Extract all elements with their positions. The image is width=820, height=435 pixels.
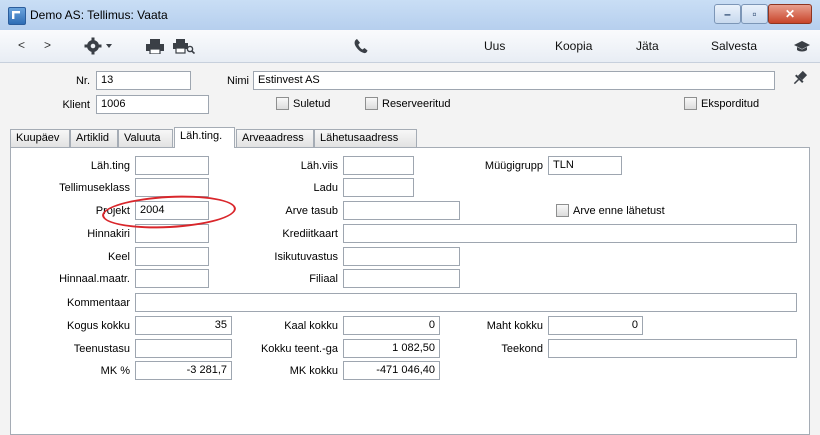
title-bar: Demo AS: Tellimus: Vaata – ▫ ✕ (0, 0, 820, 31)
back-arrow-icon[interactable]: < (18, 38, 25, 52)
weight-total-field[interactable]: 0 (343, 316, 440, 335)
graduation-cap-icon[interactable] (794, 41, 810, 53)
minimize-button[interactable]: – (714, 4, 741, 24)
invoice-before-delivery-checkbox[interactable] (556, 204, 569, 217)
exported-checkbox[interactable] (684, 97, 697, 110)
toolbar: < > Uus Koopia Jäta Salvesta (0, 30, 820, 63)
volume-total-field[interactable]: 0 (548, 316, 643, 335)
nr-label: Nr. (75, 75, 90, 87)
margin-total-label: MK kokku (289, 365, 338, 377)
window-title: Demo AS: Tellimus: Vaata (30, 8, 168, 22)
maximize-button[interactable]: ▫ (741, 4, 768, 24)
margin-total-field[interactable]: -471 046,40 (343, 361, 440, 380)
phone-icon[interactable] (354, 38, 368, 54)
margin-percent-field[interactable]: -3 281,7 (135, 361, 232, 380)
quantity-total-field[interactable]: 35 (135, 316, 232, 335)
order-window: Demo AS: Tellimus: Vaata – ▫ ✕ < > Uus K… (0, 0, 820, 435)
tab-currency[interactable]: Valuuta (118, 129, 173, 147)
client-label: Klient (62, 99, 90, 111)
closed-label: Suletud (293, 98, 331, 110)
tab-invoice-address[interactable]: Arveaadress (236, 129, 314, 147)
tab-delivery-address[interactable]: Lähetusaadress (314, 129, 417, 147)
warehouse-field[interactable] (343, 178, 414, 197)
gear-icon[interactable] (84, 37, 114, 55)
margin-percent-label: MK % (100, 365, 130, 377)
quantity-total-label: Kogus kokku (67, 320, 130, 332)
exported-label: Eksporditud (701, 98, 760, 110)
price-formula-label: Hinnaal.maatr. (59, 273, 130, 285)
sales-group-field[interactable]: TLN (548, 156, 622, 175)
weight-total-label: Kaal kokku (284, 320, 338, 332)
tab-date[interactable]: Kuupäev (10, 129, 70, 147)
comment-field[interactable] (135, 293, 797, 312)
route-field[interactable] (548, 339, 797, 358)
responsibility-label: Isikutuvastus (274, 251, 338, 263)
total-with-service-field[interactable]: 1 082,50 (343, 339, 440, 358)
language-label: Keel (107, 251, 130, 263)
invoice-before-delivery-label: Arve enne lähetust (573, 205, 665, 217)
total-with-service-label: Kokku teent.-ga (260, 343, 338, 355)
order-class-field[interactable] (135, 178, 209, 197)
delivery-mode-label: Läh.viis (300, 160, 338, 172)
new-button[interactable]: Uus (484, 39, 505, 53)
warehouse-label: Ladu (313, 182, 338, 194)
pin-icon[interactable] (792, 70, 808, 86)
responsibility-field[interactable] (343, 247, 460, 266)
delivery-terms-field[interactable] (135, 156, 209, 175)
route-label: Teekond (501, 343, 543, 355)
skip-button[interactable]: Jäta (636, 39, 659, 53)
service-fee-field[interactable] (135, 339, 232, 358)
branch-field[interactable] (343, 269, 460, 288)
credit-card-field[interactable] (343, 224, 797, 243)
invoice-pays-label: Arve tasub (285, 205, 338, 217)
price-formula-field[interactable] (135, 269, 209, 288)
print-preview-icon[interactable] (173, 39, 195, 54)
forward-arrow-icon[interactable]: > (44, 38, 51, 52)
close-icon: ✕ (784, 7, 796, 21)
delivery-terms-label: Läh.ting (90, 160, 130, 172)
name-label: Nimi (227, 75, 249, 87)
order-class-label: Tellimuseklass (59, 182, 130, 194)
comment-label: Kommentaar (67, 297, 130, 309)
invoice-pays-field[interactable] (343, 201, 460, 220)
print-icon[interactable] (146, 39, 164, 54)
sales-group-label: Müügigrupp (484, 160, 543, 172)
client-field[interactable]: 1006 (96, 95, 209, 114)
language-field[interactable] (135, 247, 209, 266)
closed-checkbox[interactable] (276, 97, 289, 110)
name-field[interactable]: Estinvest AS (253, 71, 775, 90)
reserved-label: Reserveeritud (382, 98, 451, 110)
copy-button[interactable]: Koopia (555, 39, 592, 53)
delivery-mode-field[interactable] (343, 156, 414, 175)
tab-delivery-terms[interactable]: Läh.ting. (174, 127, 235, 148)
price-list-label: Hinnakiri (87, 228, 130, 240)
nr-field[interactable]: 13 (96, 71, 191, 90)
save-button[interactable]: Salvesta (711, 39, 757, 53)
close-button[interactable]: ✕ (768, 4, 812, 24)
credit-card-label: Krediitkaart (282, 228, 338, 240)
reserved-checkbox[interactable] (365, 97, 378, 110)
branch-label: Filiaal (309, 273, 338, 285)
app-icon (8, 7, 26, 25)
maximize-icon: ▫ (752, 7, 757, 21)
minimize-icon: – (724, 7, 731, 21)
tab-items[interactable]: Artiklid (70, 129, 118, 147)
volume-total-label: Maht kokku (486, 320, 543, 332)
service-fee-label: Teenustasu (73, 343, 130, 355)
